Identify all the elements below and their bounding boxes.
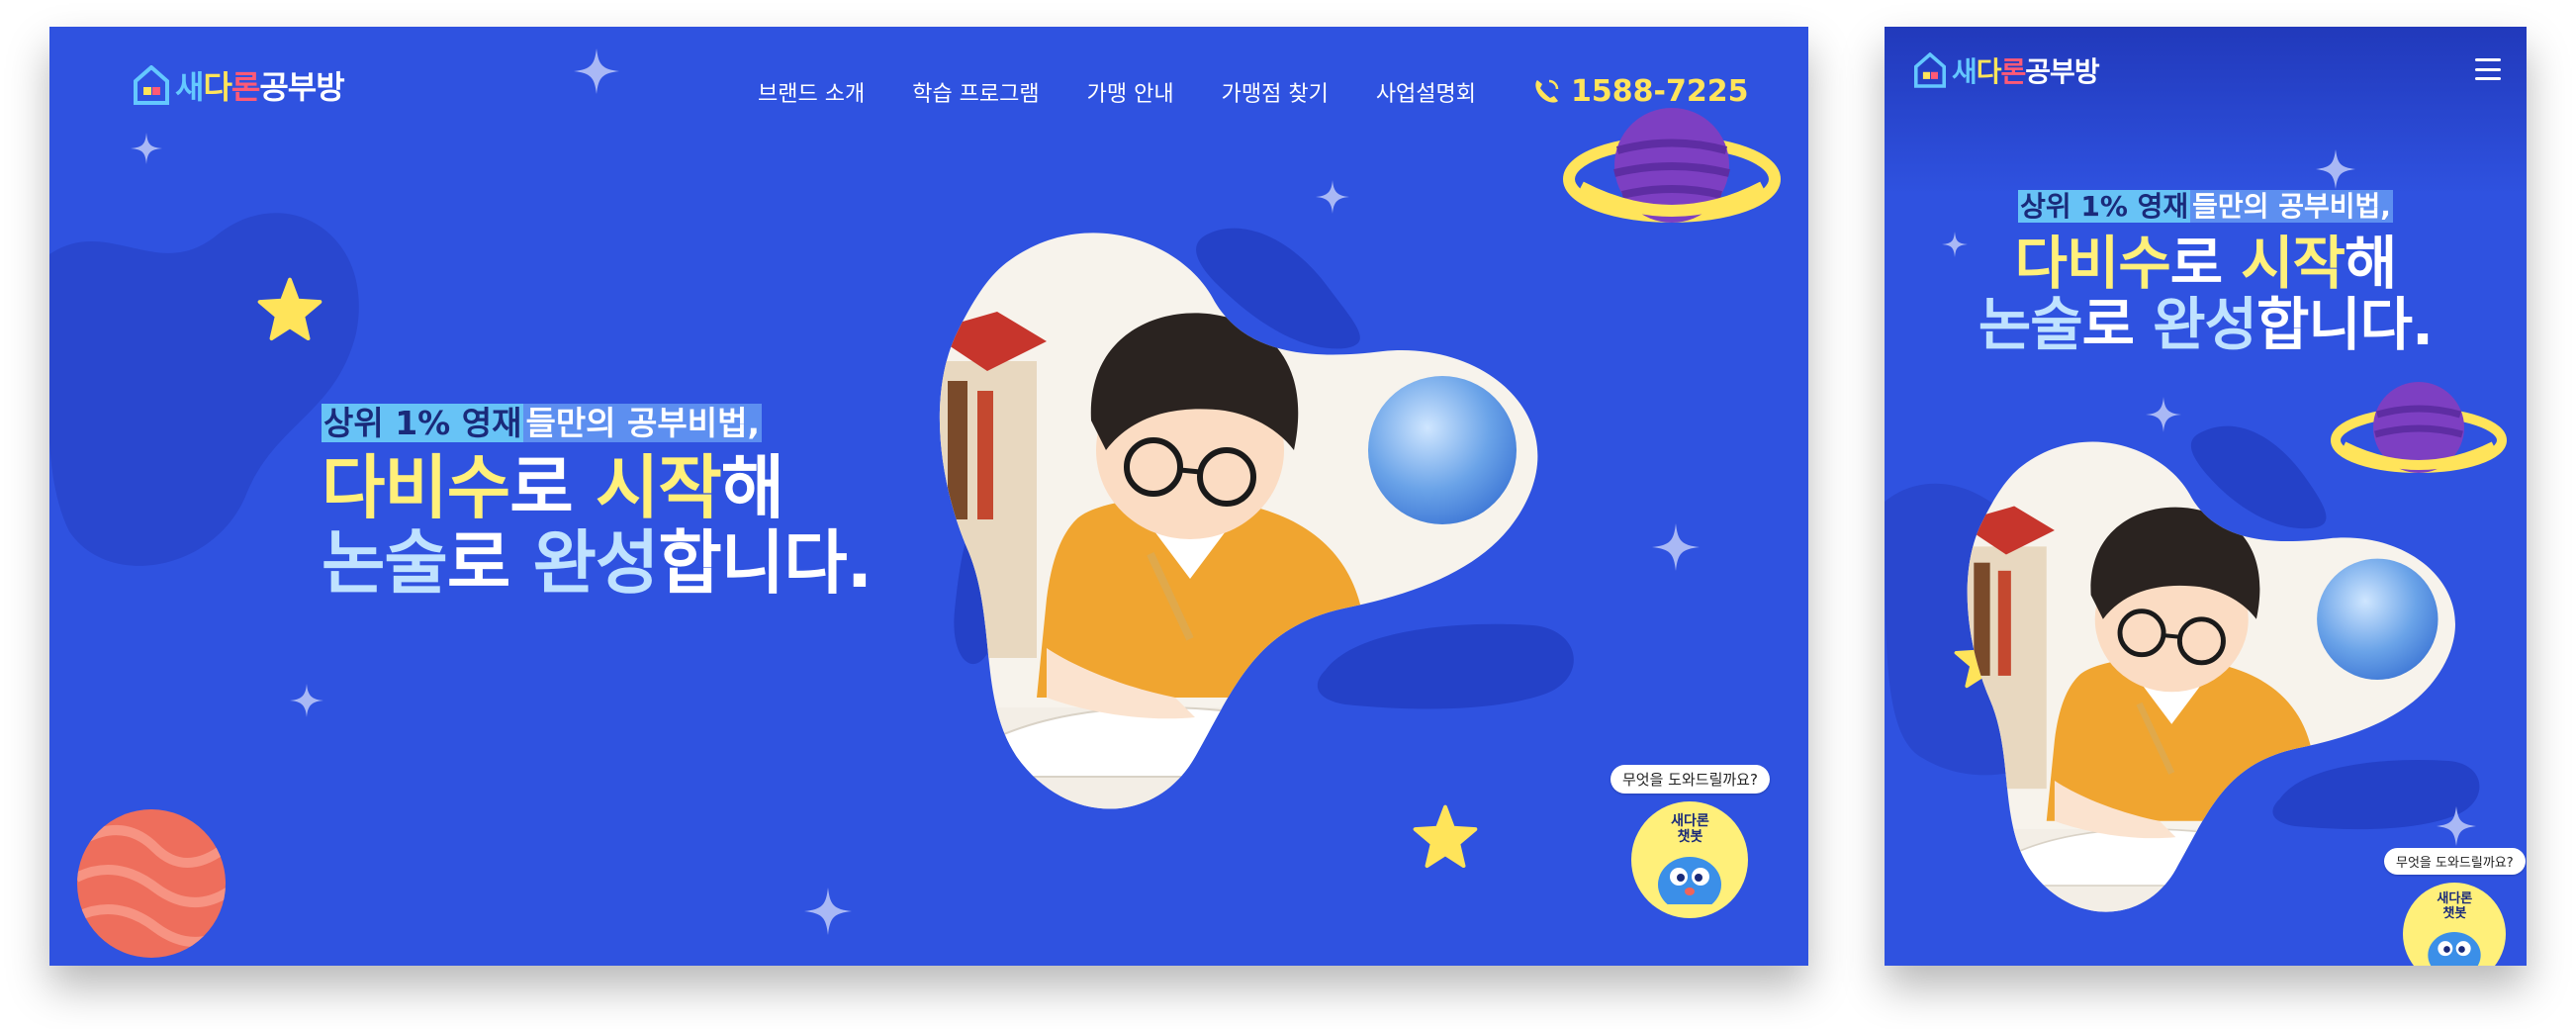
- sparkle-icon: [574, 48, 619, 94]
- nav-item-seminar[interactable]: 사업설명회: [1376, 76, 1476, 108]
- brand-logo[interactable]: 새다론공부방: [1914, 50, 2100, 90]
- sparkle-icon: [804, 888, 852, 935]
- logo-text: 새다론공부방: [175, 68, 345, 106]
- logo-house-icon: [1914, 52, 1946, 88]
- chatbot-mascot-icon: [2428, 931, 2482, 966]
- phone-icon: [1535, 79, 1559, 103]
- headline-line-2: 논술로 완성합니다.: [322, 522, 873, 604]
- sparkle-icon: [131, 133, 162, 164]
- brand-logo[interactable]: 새다론공부방: [134, 62, 345, 108]
- nav-item-brand[interactable]: 브랜드 소개: [758, 76, 865, 108]
- chatbot-bubble[interactable]: 무엇을 도와드릴까요?: [2384, 848, 2526, 875]
- sparkle-icon: [1316, 180, 1349, 214]
- sparkle-icon: [2146, 397, 2181, 432]
- chatbot-widget[interactable]: 무엇을 도와드릴까요? 새다론 챗봇: [1610, 765, 1770, 918]
- planet-icon: [77, 809, 226, 958]
- mobile-screenshot: 새다론공부방 상위 1% 영재 들만의 공부비법, 다비수로 시작해 논술로 완성…: [1885, 27, 2527, 966]
- logo-text: 새다론공부방: [1952, 55, 2100, 88]
- planet-icon: [1563, 108, 1781, 223]
- logo-house-icon: [134, 65, 169, 105]
- headline-line-1: 다비수로 시작해: [322, 447, 784, 528]
- chatbot-mascot-icon: [1658, 857, 1722, 905]
- headline-line-1: 다비수로 시작해: [2014, 230, 2398, 297]
- tagline-rest: 들만의 공부비법,: [523, 404, 762, 442]
- tagline-rest: 들만의 공부비법,: [2190, 190, 2393, 223]
- chatbot-button[interactable]: 새다론 챗봇: [1631, 801, 1749, 918]
- chatbot-bubble[interactable]: 무엇을 도와드릴까요?: [1610, 765, 1770, 794]
- sparkle-icon: [2316, 149, 2355, 189]
- menu-icon[interactable]: [2475, 58, 2501, 80]
- tagline-highlight: 상위 1% 영재: [322, 404, 524, 442]
- hero-tagline: 상위 1% 영재 들만의 공부비법,: [322, 397, 762, 444]
- headline-line-2: 논술로 완성합니다.: [1978, 291, 2434, 358]
- chatbot-label: 새다론 챗봇: [1671, 813, 1709, 846]
- nav-item-find-store[interactable]: 가맹점 찾기: [1222, 76, 1329, 108]
- hero-headline: 다비수로 시작해 논술로 완성합니다.: [1885, 233, 2527, 355]
- star-icon: [257, 277, 322, 341]
- hero-tagline: 상위 1% 영재 들만의 공부비법,: [1885, 185, 2527, 225]
- chatbot-label: 새다론 챗봇: [2437, 891, 2473, 921]
- tagline-highlight: 상위 1% 영재: [2018, 190, 2191, 223]
- chatbot-button[interactable]: 새다론 챗봇: [2403, 883, 2507, 966]
- sparkle-icon: [290, 684, 323, 717]
- nav-item-program[interactable]: 학습 프로그램: [912, 76, 1039, 108]
- hero-photo: [939, 233, 1538, 809]
- nav-item-franchise[interactable]: 가맹 안내: [1087, 76, 1174, 108]
- desktop-screenshot: 새다론공부방 브랜드 소개 학습 프로그램 가맹 안내 가맹점 찾기 사업설명회…: [49, 27, 1808, 966]
- chatbot-widget[interactable]: 무엇을 도와드릴까요? 새다론 챗봇: [2384, 848, 2526, 966]
- hero-headline: 다비수로 시작해 논술로 완성합니다.: [322, 447, 873, 604]
- sparkle-icon: [1652, 523, 1700, 571]
